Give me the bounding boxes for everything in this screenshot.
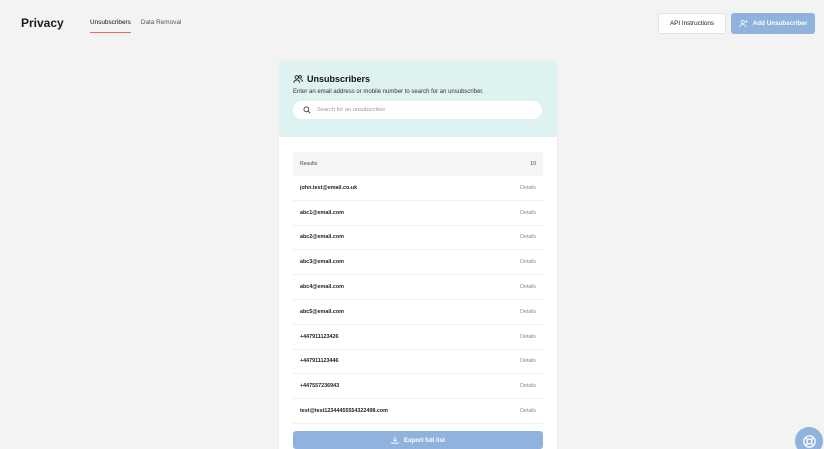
list-item[interactable]: +447911123446 Details bbox=[293, 350, 543, 375]
tab-data-removal[interactable]: Data Removal bbox=[141, 19, 182, 33]
unsubscribers-card: Unsubscribers Enter an email address or … bbox=[279, 61, 557, 449]
details-link[interactable]: Details bbox=[520, 358, 536, 364]
add-unsubscriber-button[interactable]: Add Unsubscriber bbox=[731, 13, 815, 34]
page-title: Privacy bbox=[21, 16, 64, 30]
unsubscriber-value: john.test@email.co.uk bbox=[300, 184, 358, 191]
card-header: Unsubscribers Enter an email address or … bbox=[279, 61, 557, 137]
details-link[interactable]: Details bbox=[520, 259, 536, 265]
list-item[interactable]: abc3@email.com Details bbox=[293, 250, 543, 276]
users-icon bbox=[293, 75, 303, 83]
list-item[interactable]: abc5@email.com Details bbox=[293, 300, 543, 325]
unsubscriber-value: +447557236943 bbox=[300, 383, 340, 390]
api-instructions-label: API Instructions bbox=[669, 20, 715, 27]
results-header: Results 10 bbox=[293, 152, 543, 176]
unsubscriber-value: abc1@email.com bbox=[300, 209, 344, 216]
help-button[interactable] bbox=[795, 427, 823, 449]
lifebuoy-icon bbox=[802, 434, 816, 448]
unsubscriber-value: +447911123426 bbox=[300, 333, 339, 340]
card-title-text: Unsubscribers bbox=[307, 74, 371, 84]
details-link[interactable]: Details bbox=[520, 234, 536, 240]
list-item[interactable]: +447911123426 Details bbox=[293, 325, 543, 350]
api-instructions-button[interactable]: API Instructions bbox=[658, 13, 726, 34]
list-item[interactable]: test@test123444555543224​98.com Details bbox=[293, 399, 543, 424]
results-count: 10 bbox=[530, 161, 536, 167]
unsubscriber-value: +447911123446 bbox=[300, 358, 339, 365]
export-full-list-button[interactable]: Export full list bbox=[293, 431, 543, 449]
details-link[interactable]: Details bbox=[520, 309, 536, 315]
card-title: Unsubscribers bbox=[293, 74, 543, 84]
list-item[interactable]: abc4@email.com Details bbox=[293, 275, 543, 300]
tab-bar: Unsubscribers Data Removal bbox=[90, 19, 181, 33]
details-link[interactable]: Details bbox=[520, 284, 536, 290]
user-add-icon bbox=[739, 19, 748, 28]
add-unsubscriber-label: Add Unsubscriber bbox=[752, 20, 808, 27]
unsubscriber-value: abc4@email.com bbox=[300, 284, 344, 291]
tab-unsubscribers[interactable]: Unsubscribers bbox=[90, 19, 131, 33]
details-link[interactable]: Details bbox=[520, 334, 536, 340]
list-item[interactable]: abc2@email.com Details bbox=[293, 226, 543, 251]
unsubscriber-value: abc2@email.com bbox=[300, 234, 344, 241]
card-description: Enter an email address or mobile number … bbox=[293, 89, 484, 95]
details-link[interactable]: Details bbox=[520, 383, 536, 389]
details-link[interactable]: Details bbox=[520, 210, 536, 216]
search-input[interactable] bbox=[317, 107, 517, 113]
details-link[interactable]: Details bbox=[520, 185, 536, 191]
search-icon bbox=[303, 106, 311, 114]
list-item[interactable]: +447557236943 Details bbox=[293, 374, 543, 400]
results-list: Results 10 john.test@email.co.uk Details … bbox=[293, 152, 543, 424]
download-icon bbox=[391, 436, 399, 444]
details-link[interactable]: Details bbox=[520, 408, 536, 414]
list-item[interactable]: abc1@email.com Details bbox=[293, 201, 543, 226]
search-box[interactable] bbox=[293, 101, 542, 119]
export-label: Export full list bbox=[403, 436, 446, 444]
unsubscriber-value: abc3@email.com bbox=[300, 259, 344, 266]
unsubscriber-value: test@test123444555543224​98.com bbox=[300, 408, 388, 415]
list-item[interactable]: john.test@email.co.uk Details bbox=[293, 176, 543, 201]
unsubscriber-value: abc5@email.com bbox=[300, 308, 344, 315]
results-label: Results bbox=[300, 161, 318, 167]
